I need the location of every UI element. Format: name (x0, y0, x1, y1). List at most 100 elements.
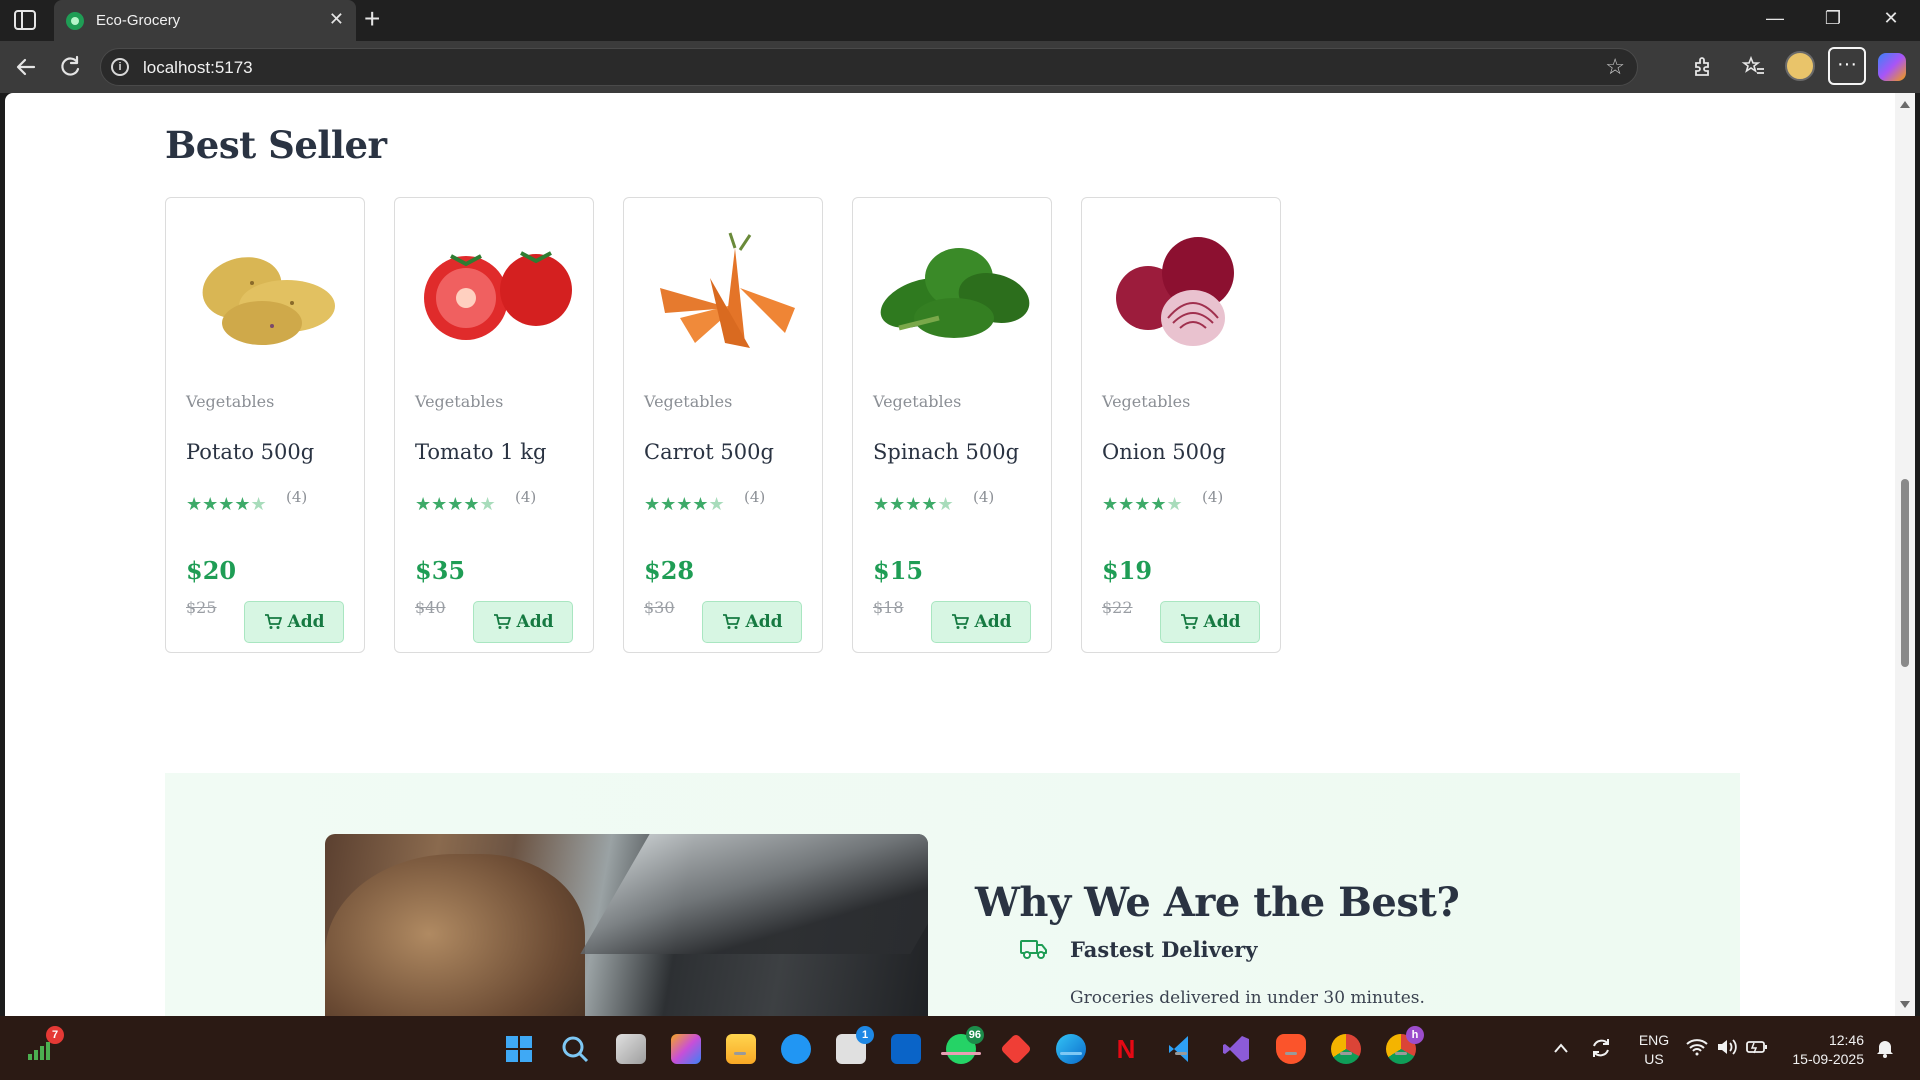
help-icon[interactable] (781, 1034, 811, 1064)
outlook-icon[interactable] (891, 1034, 921, 1064)
scroll-up-arrow-icon[interactable] (1900, 101, 1910, 108)
minimize-button[interactable]: — (1760, 8, 1790, 29)
search-icon[interactable] (560, 1034, 590, 1064)
battery-icon[interactable] (1746, 1039, 1768, 1055)
product-name: Onion 500g (1102, 440, 1226, 464)
scrollbar-thumb[interactable] (1901, 479, 1909, 667)
running-indicator (1395, 1052, 1407, 1055)
edge-icon[interactable] (1056, 1034, 1086, 1064)
close-window-button[interactable]: ✕ (1876, 8, 1906, 29)
profile-avatar[interactable] (1785, 51, 1815, 81)
extensions-icon[interactable] (1688, 53, 1716, 81)
review-count: (4) (515, 488, 537, 506)
chevron-up-icon[interactable] (1553, 1042, 1569, 1054)
best-seller-title: Best Seller (165, 123, 387, 167)
tab-close-icon[interactable]: ✕ (329, 10, 344, 28)
task-view-icon[interactable] (616, 1034, 646, 1064)
running-indicator (1285, 1052, 1297, 1055)
page-scrollbar[interactable] (1895, 93, 1915, 1016)
visual-studio-icon[interactable] (1221, 1034, 1251, 1064)
rating-stars: ★★★★★ (644, 494, 725, 514)
why-section: Why We Are the Best? Fastest Delivery Gr… (165, 773, 1740, 1016)
add-button-label: Add (974, 612, 1012, 632)
brave-icon[interactable] (1276, 1034, 1306, 1064)
anydesk-icon[interactable] (1000, 1033, 1032, 1065)
language-indicator[interactable]: ENG (1636, 1032, 1672, 1048)
review-count: (4) (973, 488, 995, 506)
url-text[interactable]: localhost:5173 (143, 58, 253, 78)
back-arrow-icon[interactable] (12, 53, 40, 81)
cart-icon (264, 614, 282, 629)
product-category: Vegetables (186, 392, 275, 411)
running-indicator (1175, 1052, 1187, 1055)
tab-actions-icon[interactable] (14, 10, 36, 30)
copilot-app-icon[interactable] (671, 1034, 701, 1064)
product-card[interactable]: Vegetables Tomato 1 kg ★★★★★ (4) $35 $40… (394, 197, 594, 653)
widgets-icon[interactable]: 7 (26, 1026, 64, 1064)
region-indicator[interactable]: US (1636, 1051, 1672, 1067)
new-tab-button[interactable]: + (364, 5, 380, 33)
potato-image (202, 257, 335, 345)
feature-description: Groceries delivered in under 30 minutes. (1070, 988, 1425, 1008)
product-name: Potato 500g (186, 440, 315, 464)
clock-time[interactable]: 12:46 (1784, 1032, 1864, 1048)
photo-person-hair (325, 854, 585, 1016)
wifi-icon[interactable] (1686, 1038, 1708, 1056)
product-card[interactable]: Vegetables Carrot 500g ★★★★★ (4) $28 $30… (623, 197, 823, 653)
product-card[interactable]: Vegetables Spinach 500g ★★★★★ (4) $15 $1… (852, 197, 1052, 653)
volume-icon[interactable] (1716, 1038, 1738, 1056)
product-card[interactable]: Vegetables Potato 500g ★★★★★ (4) $20 $25… (165, 197, 365, 653)
add-button-label: Add (287, 612, 325, 632)
rating-stars: ★★★★★ (186, 494, 267, 514)
refresh-icon[interactable] (56, 53, 84, 81)
vscode-icon[interactable] (1166, 1034, 1196, 1064)
add-button-label: Add (745, 612, 783, 632)
restore-button[interactable]: ❐ (1818, 8, 1848, 29)
site-info-icon[interactable]: i (111, 58, 129, 76)
add-button-label: Add (516, 612, 554, 632)
notification-bell-icon[interactable] (1876, 1038, 1894, 1058)
page-viewport: Best Seller Vegetables Potato 500g ★★★★★… (5, 93, 1895, 1016)
chrome-profile-icon[interactable]: h (1386, 1026, 1424, 1064)
cart-icon (493, 614, 511, 629)
product-price: $19 (1102, 556, 1153, 585)
browser-tab-active[interactable]: Eco-Grocery ✕ (54, 0, 356, 41)
add-to-cart-button[interactable]: Add (473, 601, 573, 643)
review-count: (4) (744, 488, 766, 506)
favorites-icon[interactable] (1740, 53, 1768, 81)
netflix-icon[interactable]: N (1111, 1034, 1141, 1064)
review-count: (4) (1202, 488, 1224, 506)
microsoft-store-icon[interactable]: 1 (836, 1026, 874, 1064)
product-price: $15 (873, 556, 924, 585)
product-price: $20 (186, 556, 237, 585)
add-to-cart-button[interactable]: Add (1160, 601, 1260, 643)
product-card[interactable]: Vegetables Onion 500g ★★★★★ (4) $19 $22 … (1081, 197, 1281, 653)
file-explorer-icon[interactable] (726, 1034, 756, 1064)
whatsapp-badge: 96 (965, 1026, 984, 1044)
sync-icon[interactable] (1589, 1036, 1613, 1060)
settings-more-button[interactable]: ··· (1828, 47, 1866, 85)
product-category: Vegetables (644, 392, 733, 411)
copilot-icon[interactable] (1878, 53, 1906, 81)
browser-titlebar: Eco-Grocery ✕ + — ❐ ✕ (0, 0, 1920, 41)
product-price: $28 (644, 556, 695, 585)
scroll-down-arrow-icon[interactable] (1900, 1001, 1910, 1008)
why-title: Why We Are the Best? (975, 879, 1460, 926)
active-app-indicator (1060, 1052, 1082, 1055)
running-indicator (1340, 1052, 1352, 1055)
tab-title: Eco-Grocery (96, 12, 181, 29)
add-to-cart-button[interactable]: Add (244, 601, 344, 643)
chrome-profile-badge: h (1406, 1026, 1424, 1044)
add-to-cart-button[interactable]: Add (931, 601, 1031, 643)
address-bar[interactable]: i localhost:5173 ☆ (100, 48, 1638, 86)
whatsapp-icon[interactable]: 96 (946, 1026, 984, 1064)
store-badge: 1 (856, 1026, 874, 1044)
add-to-cart-button[interactable]: Add (702, 601, 802, 643)
favorite-star-icon[interactable]: ☆ (1605, 54, 1625, 80)
clock-date[interactable]: 15-09-2025 (1784, 1051, 1864, 1067)
chrome-icon[interactable] (1331, 1034, 1361, 1064)
start-icon[interactable] (504, 1034, 534, 1064)
product-category: Vegetables (873, 392, 962, 411)
widgets-badge: 7 (46, 1026, 64, 1044)
add-button-label: Add (1203, 612, 1241, 632)
